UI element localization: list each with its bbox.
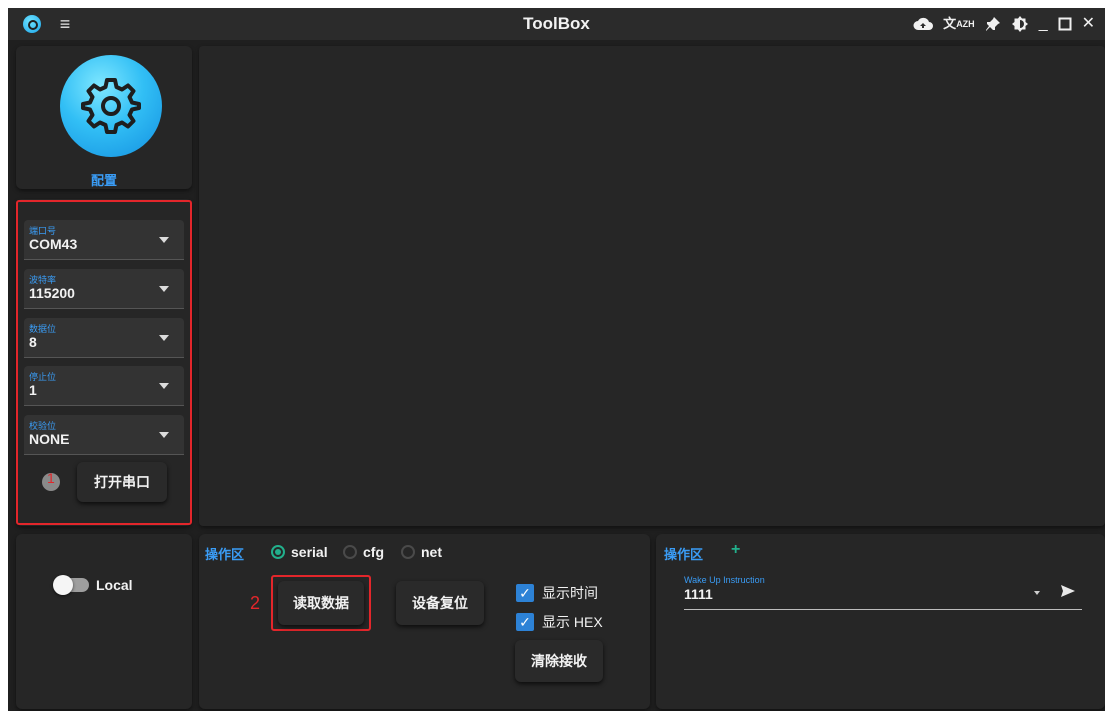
open-serial-button[interactable]: 打开串口 <box>77 462 167 502</box>
chevron-down-icon <box>159 383 169 389</box>
wake-up-instruction-select[interactable]: Wake Up Instruction 1111 <box>684 574 1082 610</box>
app-logo-icon <box>23 15 41 33</box>
translate-icon[interactable]: 文 AZH <box>943 12 975 36</box>
title-bar: ≡ ToolBox 文 AZH _ ✕ <box>8 8 1105 40</box>
chevron-down-icon <box>159 237 169 243</box>
databits-value: 8 <box>29 334 37 350</box>
close-icon[interactable]: ✕ <box>1082 12 1095 36</box>
radio-selected-icon <box>271 545 285 559</box>
radio-serial-label: serial <box>291 544 328 560</box>
stopbits-select[interactable]: 停止位 1 <box>24 366 184 406</box>
clear-receive-button[interactable]: 清除接收 <box>515 640 603 682</box>
parity-select[interactable]: 校验位 NONE <box>24 415 184 455</box>
chevron-down-icon <box>159 335 169 341</box>
add-icon[interactable]: + <box>731 541 740 559</box>
receive-display-area[interactable] <box>199 46 1105 526</box>
operations-title-2: 操作区 <box>664 547 704 562</box>
radio-unselected-icon <box>401 545 415 559</box>
radio-net-label: net <box>421 544 442 560</box>
checkmark-icon: ✓ <box>516 584 534 602</box>
maximize-icon[interactable] <box>1058 12 1072 36</box>
show-time-checkbox[interactable]: ✓ 显示时间 <box>516 583 598 603</box>
config-label: 配置 <box>90 173 117 188</box>
annotation-number-2: 2 <box>250 593 261 613</box>
read-data-button[interactable]: 读取数据 <box>278 581 364 625</box>
checkmark-icon: ✓ <box>516 613 534 631</box>
operations-title: 操作区 <box>205 547 245 562</box>
baudrate-value: 115200 <box>29 285 75 301</box>
show-time-label: 显示时间 <box>542 585 598 601</box>
send-icon[interactable] <box>1060 583 1076 599</box>
radio-cfg-label: cfg <box>363 544 384 560</box>
local-toggle[interactable] <box>53 575 89 595</box>
menu-icon[interactable]: ≡ <box>55 14 75 34</box>
chevron-down-icon <box>159 286 169 292</box>
stopbits-value: 1 <box>29 382 37 398</box>
radio-unselected-icon <box>343 545 357 559</box>
baudrate-select[interactable]: 波特率 115200 <box>24 269 184 309</box>
config-gear-icon[interactable] <box>60 55 162 157</box>
show-hex-label: 显示 HEX <box>542 614 603 630</box>
chevron-down-icon[interactable] <box>1034 591 1040 595</box>
port-value: COM43 <box>29 236 78 252</box>
show-hex-checkbox[interactable]: ✓ 显示 HEX <box>516 612 603 632</box>
port-select[interactable]: 端口号 COM43 <box>24 220 184 260</box>
radio-serial[interactable]: serial <box>271 544 328 560</box>
radio-net[interactable]: net <box>401 544 442 560</box>
theme-icon[interactable] <box>1011 12 1029 36</box>
cloud-icon[interactable] <box>913 12 934 36</box>
pin-icon[interactable] <box>985 12 1001 36</box>
local-card <box>16 534 192 709</box>
databits-select[interactable]: 数据位 8 <box>24 318 184 358</box>
annotation-number-1: 1 <box>47 470 55 486</box>
config-card[interactable]: 配置 <box>16 46 192 189</box>
radio-cfg[interactable]: cfg <box>343 544 384 560</box>
local-label: Local <box>96 577 133 593</box>
parity-value: NONE <box>29 431 70 447</box>
device-reset-button[interactable]: 设备复位 <box>396 581 484 625</box>
minimize-icon[interactable]: _ <box>1039 12 1048 36</box>
operations-card-2 <box>656 534 1105 709</box>
chevron-down-icon <box>159 432 169 438</box>
wake-up-instruction-label: Wake Up Instruction <box>684 575 765 585</box>
wake-up-instruction-value: 1111 <box>684 586 713 602</box>
